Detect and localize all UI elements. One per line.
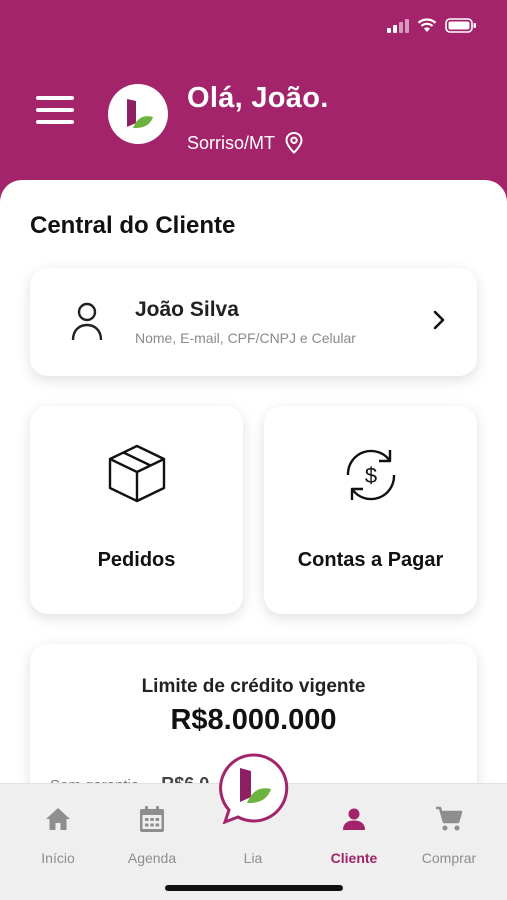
tab-agenda[interactable]: Agenda bbox=[107, 804, 197, 866]
app-header: Olá, João. Sorriso/MT bbox=[0, 60, 507, 185]
svg-text:$: $ bbox=[364, 463, 376, 488]
location-pin-icon bbox=[285, 132, 303, 154]
bottom-tab-bar: Início Agenda Lia Cliente Comprar bbox=[0, 753, 507, 900]
person-icon bbox=[343, 808, 365, 830]
location-text: Sorriso/MT bbox=[187, 132, 276, 153]
greeting-text: Olá, João. bbox=[187, 82, 329, 114]
credit-limit-label: Limite de crédito vigente bbox=[141, 676, 366, 697]
home-indicator[interactable] bbox=[165, 885, 343, 891]
cart-icon bbox=[436, 806, 463, 831]
orders-label: Pedidos bbox=[97, 549, 176, 571]
lia-assistant-button[interactable] bbox=[218, 752, 290, 824]
signal-icon bbox=[387, 18, 409, 33]
menu-line bbox=[36, 108, 74, 112]
menu-line bbox=[36, 120, 74, 124]
orders-tile[interactable]: Pedidos bbox=[30, 406, 243, 614]
avatar[interactable] bbox=[108, 84, 168, 144]
calendar-icon bbox=[140, 806, 164, 832]
location[interactable]: Sorriso/MT bbox=[187, 132, 303, 154]
box-icon bbox=[108, 444, 165, 503]
home-icon bbox=[46, 808, 70, 830]
tab-cliente[interactable]: Cliente bbox=[309, 804, 399, 866]
profile-subtitle: Nome, E-mail, CPF/CNPJ e Celular bbox=[135, 330, 356, 346]
tab-comprar[interactable]: Comprar bbox=[404, 804, 494, 866]
currency-exchange-icon: $ bbox=[346, 449, 395, 501]
tab-label: Cliente bbox=[330, 850, 378, 866]
chevron-right-icon bbox=[433, 310, 445, 330]
profile-card[interactable]: João Silva Nome, E-mail, CPF/CNPJ e Celu… bbox=[30, 268, 477, 376]
person-outline-icon bbox=[71, 302, 103, 341]
bills-label: Contas a Pagar bbox=[297, 549, 444, 571]
status-bar bbox=[0, 0, 507, 60]
hamburger-menu-button[interactable] bbox=[36, 96, 74, 124]
battery-icon bbox=[445, 18, 476, 33]
tab-inicio[interactable]: Início bbox=[13, 804, 103, 866]
credit-limit-value: R$8.000.000 bbox=[170, 704, 337, 736]
tab-label: Agenda bbox=[127, 850, 177, 866]
tab-label: Comprar bbox=[421, 850, 477, 866]
status-icons bbox=[387, 18, 477, 33]
page-title: Central do Cliente bbox=[30, 212, 236, 239]
profile-name: João Silva bbox=[135, 298, 239, 321]
tab-label: Início bbox=[41, 850, 75, 866]
wifi-icon bbox=[417, 18, 437, 32]
lia-logo-icon bbox=[127, 99, 153, 129]
menu-line bbox=[36, 96, 74, 100]
bills-tile[interactable]: $ Contas a Pagar bbox=[264, 406, 477, 614]
tab-label: Lia bbox=[243, 850, 263, 866]
lia-logo-icon bbox=[240, 768, 251, 802]
